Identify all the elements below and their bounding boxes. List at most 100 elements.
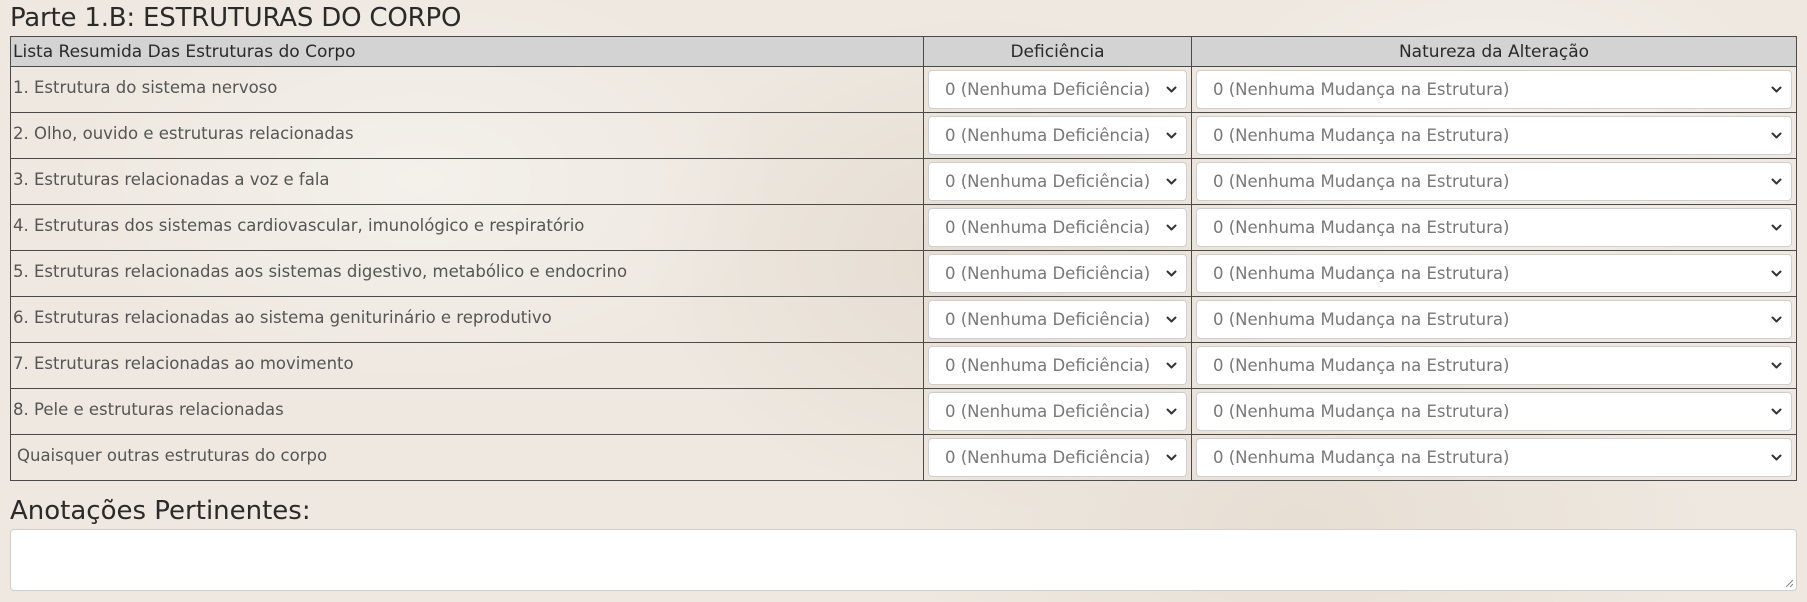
nature-cell: 0 (Nenhuma Mudança na Estrutura) bbox=[1191, 112, 1797, 159]
deficiency-select-value: 0 (Nenhuma Deficiência) bbox=[945, 356, 1151, 375]
nature-select-value: 0 (Nenhuma Mudança na Estrutura) bbox=[1213, 264, 1510, 283]
chevron-down-icon[interactable] bbox=[1164, 393, 1178, 430]
nature-cell: 0 (Nenhuma Mudança na Estrutura) bbox=[1191, 158, 1797, 205]
chevron-down-icon[interactable] bbox=[1769, 301, 1783, 338]
nature-select-value: 0 (Nenhuma Mudança na Estrutura) bbox=[1213, 126, 1510, 145]
table-row: 6. Estruturas relacionadas ao sistema ge… bbox=[10, 296, 1797, 343]
nature-cell: 0 (Nenhuma Mudança na Estrutura) bbox=[1191, 204, 1797, 251]
section-title: Parte 1.B: ESTRUTURAS DO CORPO bbox=[10, 3, 462, 33]
deficiency-select[interactable]: 0 (Nenhuma Deficiência) bbox=[928, 70, 1187, 109]
nature-select[interactable]: 0 (Nenhuma Mudança na Estrutura) bbox=[1196, 254, 1792, 293]
table-row: 1. Estrutura do sistema nervoso 0 (Nenhum… bbox=[10, 66, 1797, 113]
nature-select[interactable]: 0 (Nenhuma Mudança na Estrutura) bbox=[1196, 438, 1792, 477]
structure-label: 7. Estruturas relacionadas ao movimento bbox=[10, 342, 924, 389]
chevron-down-icon[interactable] bbox=[1769, 117, 1783, 154]
nature-cell: 0 (Nenhuma Mudança na Estrutura) bbox=[1191, 342, 1797, 389]
chevron-down-icon[interactable] bbox=[1769, 393, 1783, 430]
nature-select-value: 0 (Nenhuma Mudança na Estrutura) bbox=[1213, 218, 1510, 237]
nature-select-value: 0 (Nenhuma Mudança na Estrutura) bbox=[1213, 172, 1510, 191]
structure-label: 5. Estruturas relacionadas aos sistemas … bbox=[10, 250, 924, 297]
deficiency-cell: 0 (Nenhuma Deficiência) bbox=[923, 158, 1192, 205]
notes-textarea[interactable] bbox=[10, 529, 1797, 591]
chevron-down-icon[interactable] bbox=[1769, 163, 1783, 200]
deficiency-cell: 0 (Nenhuma Deficiência) bbox=[923, 296, 1192, 343]
table-header-row: Lista Resumida Das Estruturas do Corpo D… bbox=[10, 36, 1797, 67]
deficiency-select-value: 0 (Nenhuma Deficiência) bbox=[945, 448, 1151, 467]
deficiency-select-value: 0 (Nenhuma Deficiência) bbox=[945, 310, 1151, 329]
chevron-down-icon[interactable] bbox=[1769, 255, 1783, 292]
nature-select[interactable]: 0 (Nenhuma Mudança na Estrutura) bbox=[1196, 116, 1792, 155]
deficiency-cell: 0 (Nenhuma Deficiência) bbox=[923, 112, 1192, 159]
chevron-down-icon[interactable] bbox=[1164, 163, 1178, 200]
deficiency-select-value: 0 (Nenhuma Deficiência) bbox=[945, 218, 1151, 237]
nature-select-value: 0 (Nenhuma Mudança na Estrutura) bbox=[1213, 80, 1510, 99]
deficiency-select[interactable]: 0 (Nenhuma Deficiência) bbox=[928, 254, 1187, 293]
nature-select-value: 0 (Nenhuma Mudança na Estrutura) bbox=[1213, 448, 1510, 467]
resize-grip-icon[interactable] bbox=[1784, 578, 1794, 588]
deficiency-select-value: 0 (Nenhuma Deficiência) bbox=[945, 80, 1151, 99]
header-nature: Natureza da Alteração bbox=[1191, 36, 1797, 67]
chevron-down-icon[interactable] bbox=[1164, 71, 1178, 108]
chevron-down-icon[interactable] bbox=[1769, 71, 1783, 108]
nature-cell: 0 (Nenhuma Mudança na Estrutura) bbox=[1191, 66, 1797, 113]
nature-cell: 0 (Nenhuma Mudança na Estrutura) bbox=[1191, 250, 1797, 297]
nature-cell: 0 (Nenhuma Mudança na Estrutura) bbox=[1191, 296, 1797, 343]
deficiency-select-value: 0 (Nenhuma Deficiência) bbox=[945, 264, 1151, 283]
chevron-down-icon[interactable] bbox=[1164, 439, 1178, 476]
table-row: 5. Estruturas relacionadas aos sistemas … bbox=[10, 250, 1797, 297]
chevron-down-icon[interactable] bbox=[1164, 301, 1178, 338]
nature-select[interactable]: 0 (Nenhuma Mudança na Estrutura) bbox=[1196, 162, 1792, 201]
structure-label: 3. Estruturas relacionadas a voz e fala bbox=[10, 158, 924, 205]
chevron-down-icon[interactable] bbox=[1164, 347, 1178, 384]
deficiency-cell: 0 (Nenhuma Deficiência) bbox=[923, 434, 1192, 481]
deficiency-select[interactable]: 0 (Nenhuma Deficiência) bbox=[928, 438, 1187, 477]
structure-label: Quaisquer outras estruturas do corpo bbox=[10, 434, 924, 481]
table-row: 7. Estruturas relacionadas ao movimento 0… bbox=[10, 342, 1797, 389]
chevron-down-icon[interactable] bbox=[1164, 117, 1178, 154]
nature-select-value: 0 (Nenhuma Mudança na Estrutura) bbox=[1213, 356, 1510, 375]
structure-label: 6. Estruturas relacionadas ao sistema ge… bbox=[10, 296, 924, 343]
nature-select-value: 0 (Nenhuma Mudança na Estrutura) bbox=[1213, 402, 1510, 421]
deficiency-cell: 0 (Nenhuma Deficiência) bbox=[923, 388, 1192, 435]
deficiency-cell: 0 (Nenhuma Deficiência) bbox=[923, 250, 1192, 297]
structure-label: 4. Estruturas dos sistemas cardiovascula… bbox=[10, 204, 924, 251]
chevron-down-icon[interactable] bbox=[1164, 209, 1178, 246]
deficiency-select[interactable]: 0 (Nenhuma Deficiência) bbox=[928, 162, 1187, 201]
nature-select[interactable]: 0 (Nenhuma Mudança na Estrutura) bbox=[1196, 208, 1792, 247]
nature-select[interactable]: 0 (Nenhuma Mudança na Estrutura) bbox=[1196, 300, 1792, 339]
chevron-down-icon[interactable] bbox=[1164, 255, 1178, 292]
table-row: 2. Olho, ouvido e estruturas relacionada… bbox=[10, 112, 1797, 159]
header-list: Lista Resumida Das Estruturas do Corpo bbox=[10, 36, 924, 67]
deficiency-select[interactable]: 0 (Nenhuma Deficiência) bbox=[928, 300, 1187, 339]
deficiency-select-value: 0 (Nenhuma Deficiência) bbox=[945, 172, 1151, 191]
chevron-down-icon[interactable] bbox=[1769, 347, 1783, 384]
table-row: Quaisquer outras estruturas do corpo 0 (N… bbox=[10, 434, 1797, 481]
deficiency-cell: 0 (Nenhuma Deficiência) bbox=[923, 66, 1192, 113]
chevron-down-icon[interactable] bbox=[1769, 209, 1783, 246]
nature-cell: 0 (Nenhuma Mudança na Estrutura) bbox=[1191, 388, 1797, 435]
nature-select[interactable]: 0 (Nenhuma Mudança na Estrutura) bbox=[1196, 392, 1792, 431]
deficiency-select[interactable]: 0 (Nenhuma Deficiência) bbox=[928, 346, 1187, 385]
deficiency-select[interactable]: 0 (Nenhuma Deficiência) bbox=[928, 392, 1187, 431]
deficiency-select[interactable]: 0 (Nenhuma Deficiência) bbox=[928, 116, 1187, 155]
table-body: 1. Estrutura do sistema nervoso 0 (Nenhum… bbox=[10, 66, 1797, 481]
nature-select[interactable]: 0 (Nenhuma Mudança na Estrutura) bbox=[1196, 70, 1792, 109]
chevron-down-icon[interactable] bbox=[1769, 439, 1783, 476]
table-row: 4. Estruturas dos sistemas cardiovascula… bbox=[10, 204, 1797, 251]
structure-label: 2. Olho, ouvido e estruturas relacionada… bbox=[10, 112, 924, 159]
body-structures-table: Lista Resumida Das Estruturas do Corpo D… bbox=[10, 36, 1797, 481]
deficiency-cell: 0 (Nenhuma Deficiência) bbox=[923, 342, 1192, 389]
deficiency-select-value: 0 (Nenhuma Deficiência) bbox=[945, 126, 1151, 145]
nature-cell: 0 (Nenhuma Mudança na Estrutura) bbox=[1191, 434, 1797, 481]
deficiency-select[interactable]: 0 (Nenhuma Deficiência) bbox=[928, 208, 1187, 247]
nature-select-value: 0 (Nenhuma Mudança na Estrutura) bbox=[1213, 310, 1510, 329]
notes-title: Anotações Pertinentes: bbox=[10, 496, 311, 526]
structure-label: 8. Pele e estruturas relacionadas bbox=[10, 388, 924, 435]
table-row: 3. Estruturas relacionadas a voz e fala 0… bbox=[10, 158, 1797, 205]
table-row: 8. Pele e estruturas relacionadas 0 (Nenh… bbox=[10, 388, 1797, 435]
deficiency-cell: 0 (Nenhuma Deficiência) bbox=[923, 204, 1192, 251]
header-deficiency: Deficiência bbox=[923, 36, 1192, 67]
deficiency-select-value: 0 (Nenhuma Deficiência) bbox=[945, 402, 1151, 421]
nature-select[interactable]: 0 (Nenhuma Mudança na Estrutura) bbox=[1196, 346, 1792, 385]
structure-label: 1. Estrutura do sistema nervoso bbox=[10, 66, 924, 113]
